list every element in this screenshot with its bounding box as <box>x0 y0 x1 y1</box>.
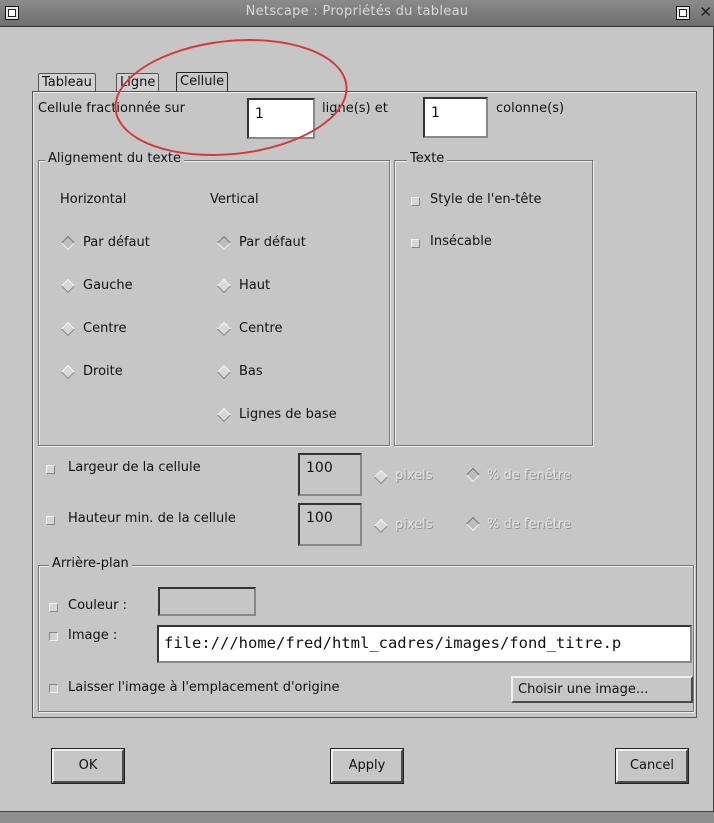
keep-image-location-label: Laisser l'image à l'emplacement d'origin… <box>68 680 340 695</box>
v-align-baseline-label: Lignes de base <box>239 407 337 422</box>
horizontal-heading: Horizontal <box>60 192 127 207</box>
nowrap-checkbox[interactable] <box>411 239 420 248</box>
header-style-checkbox[interactable] <box>411 197 420 206</box>
width-percent-label: % de fenêtre <box>487 468 571 483</box>
h-align-default-radio[interactable] <box>62 237 74 249</box>
width-pixels-radio[interactable] <box>375 471 387 483</box>
cell-width-label: Largeur de la cellule <box>68 460 201 475</box>
v-align-bottom-radio[interactable] <box>218 366 230 378</box>
h-align-right-radio[interactable] <box>62 366 74 378</box>
v-align-top-label: Haut <box>239 278 271 293</box>
ok-button[interactable]: OK <box>52 749 124 783</box>
cols-suffix-label: colonne(s) <box>496 101 565 116</box>
cell-height-input[interactable]: 100 <box>298 503 362 546</box>
h-align-left-radio[interactable] <box>62 280 74 292</box>
maximize-icon[interactable] <box>676 6 690 20</box>
height-percent-label: % de fenêtre <box>487 517 571 532</box>
nowrap-label: Insécable <box>430 234 492 249</box>
cancel-button[interactable]: Cancel <box>616 749 688 783</box>
v-align-center-radio[interactable] <box>218 323 230 335</box>
height-pixels-label: pixels <box>395 517 433 532</box>
desktop-strip <box>0 812 714 823</box>
bg-color-checkbox[interactable] <box>49 603 58 612</box>
width-percent-radio[interactable] <box>467 469 479 481</box>
v-align-center-label: Centre <box>239 321 283 336</box>
bg-image-label: Image : <box>68 628 118 643</box>
window-title: Netscape : Propriétés du tableau <box>245 4 469 19</box>
text-group-title: Texte <box>407 151 448 166</box>
v-align-baseline-radio[interactable] <box>218 409 230 421</box>
tab-tableau[interactable]: Tableau <box>38 73 96 91</box>
h-align-right-label: Droite <box>83 364 123 379</box>
v-align-default-label: Par défaut <box>239 235 306 250</box>
cell-width-input[interactable]: 100 <box>298 453 362 496</box>
choose-image-button[interactable]: Choisir une image... <box>511 676 693 703</box>
width-pixels-label: pixels <box>395 468 433 483</box>
alignment-group-title: Alignement du texte <box>45 151 185 166</box>
v-align-bottom-label: Bas <box>239 364 263 379</box>
v-align-top-radio[interactable] <box>218 280 230 292</box>
h-align-left-label: Gauche <box>83 278 133 293</box>
cell-width-checkbox[interactable] <box>46 465 55 474</box>
cell-height-label: Hauteur min. de la cellule <box>68 511 236 526</box>
cell-height-checkbox[interactable] <box>46 516 55 525</box>
bg-color-label: Couleur : <box>68 598 127 613</box>
cols-span-input[interactable]: 1 <box>423 97 488 138</box>
h-align-default-label: Par défaut <box>83 235 150 250</box>
bg-color-swatch[interactable] <box>158 587 256 616</box>
bg-image-checkbox[interactable] <box>49 632 58 641</box>
vertical-heading: Vertical <box>210 192 259 207</box>
h-align-center-radio[interactable] <box>62 323 74 335</box>
title-bar[interactable]: Netscape : Propriétés du tableau ✕ <box>0 0 714 27</box>
height-percent-radio[interactable] <box>467 518 479 530</box>
height-pixels-radio[interactable] <box>375 520 387 532</box>
keep-image-location-checkbox[interactable] <box>49 684 58 693</box>
header-style-label: Style de l'en-tête <box>430 192 542 207</box>
apply-button[interactable]: Apply <box>331 749 403 783</box>
properties-dialog: Netscape : Propriétés du tableau ✕ Table… <box>0 0 714 812</box>
background-group-title: Arrière-plan <box>49 556 132 571</box>
v-align-default-radio[interactable] <box>218 237 230 249</box>
h-align-center-label: Centre <box>83 321 127 336</box>
close-icon[interactable]: ✕ <box>699 3 712 21</box>
bg-image-path-input[interactable]: file:///home/fred/html_cadres/images/fon… <box>157 625 692 663</box>
